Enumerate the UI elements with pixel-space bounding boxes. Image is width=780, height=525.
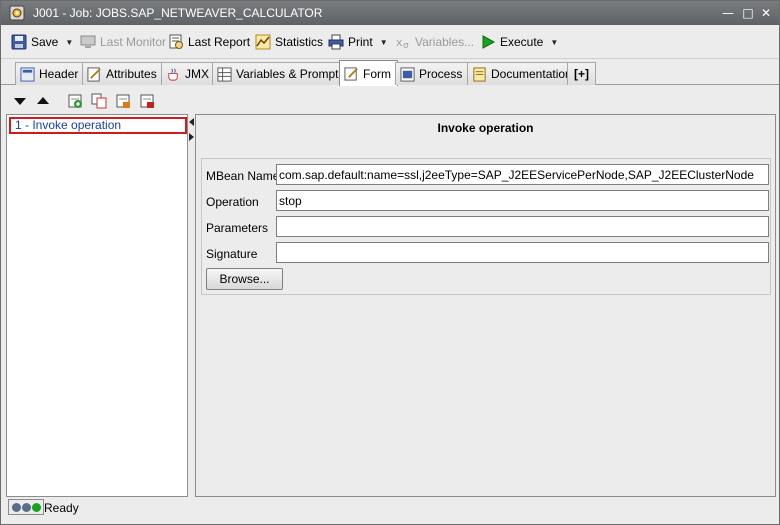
documentation-icon <box>473 66 486 82</box>
execute-dropdown-icon[interactable]: ▼ <box>550 38 558 47</box>
printer-icon <box>328 34 344 50</box>
status-dot-2 <box>21 502 31 512</box>
tab-add[interactable]: [+] <box>567 62 596 85</box>
move-up-icon[interactable] <box>35 93 51 109</box>
title-bar: J001 - Job: JOBS.SAP_NETWEAVER_CALCULATO… <box>1 1 779 25</box>
expand-right-icon[interactable] <box>189 133 194 141</box>
svg-text:σ: σ <box>403 41 409 50</box>
form-toolbar <box>6 90 776 112</box>
tab-attributes-label: Attributes <box>106 67 157 81</box>
attributes-icon <box>87 66 101 82</box>
copy-item-icon[interactable] <box>91 93 107 109</box>
print-dropdown-icon[interactable]: ▼ <box>380 38 388 47</box>
variables-icon: x σ <box>396 36 409 50</box>
operation-field[interactable]: stop <box>276 190 769 211</box>
statistics-label: Statistics <box>275 35 324 49</box>
monitor-icon <box>80 35 96 48</box>
status-dot-1 <box>11 502 21 512</box>
svg-text:x: x <box>396 36 403 49</box>
window-title: J001 - Job: JOBS.SAP_NETWEAVER_CALCULATO… <box>33 6 323 20</box>
save-dropdown-icon[interactable]: ▼ <box>65 38 73 47</box>
report-icon <box>169 34 183 49</box>
maximize-icon[interactable]: □ <box>741 6 755 20</box>
tab-process[interactable]: Process <box>395 62 470 85</box>
play-icon <box>482 35 496 49</box>
collapse-left-icon[interactable] <box>189 118 194 126</box>
tab-bar: Header Attributes JMX Variables & Prompt… <box>1 59 779 86</box>
close-icon[interactable]: ✕ <box>759 6 773 20</box>
last-report-button[interactable]: Last Report <box>168 32 250 52</box>
print-button[interactable]: Print ▼ <box>328 32 388 52</box>
execute-button[interactable]: Execute ▼ <box>480 32 558 52</box>
form-detail-panel: Invoke operation MBean Name com.sap.defa… <box>195 114 776 497</box>
last-monitor-button[interactable]: Last Monitor <box>80 32 166 52</box>
status-text: Ready <box>44 501 79 515</box>
floppy-disk-icon <box>11 34 27 50</box>
parameters-label: Parameters <box>206 221 269 235</box>
tab-jmx-label: JMX <box>185 67 209 81</box>
form-tree-panel: 1 - Invoke operation <box>6 114 188 497</box>
execute-label: Execute <box>500 35 544 49</box>
panel-splitter[interactable] <box>188 114 195 497</box>
tab-header[interactable]: Header <box>15 62 86 85</box>
job-gear-icon <box>9 5 25 21</box>
tree-item-invoke-operation[interactable]: 1 - Invoke operation <box>9 117 187 134</box>
save-button[interactable]: Save ▼ <box>11 32 73 52</box>
tab-variables-prompts-label: Variables & Prompts <box>236 67 345 81</box>
save-label: Save <box>31 35 59 49</box>
tab-variables-prompts[interactable]: Variables & Prompts <box>212 62 352 85</box>
signature-field[interactable] <box>276 242 769 263</box>
form-icon <box>344 67 358 81</box>
section-title: Invoke operation <box>437 121 534 135</box>
tab-form-label: Form <box>363 66 391 81</box>
tab-process-label: Process <box>419 67 463 81</box>
add-tab-icon: [+] <box>574 67 589 81</box>
browse-button[interactable]: Browse... <box>206 268 283 290</box>
process-icon <box>400 66 415 82</box>
tab-documentation-label: Documentation <box>491 67 572 81</box>
move-down-icon[interactable] <box>12 93 28 109</box>
tab-form[interactable]: Form <box>339 60 398 86</box>
tab-header-label: Header <box>39 67 79 81</box>
mbean-name-field[interactable]: com.sap.default:name=ssl,j2eeType=SAP_J2… <box>276 164 769 185</box>
mbean-name-label: MBean Name <box>206 169 280 183</box>
statistics-button[interactable]: Statistics <box>255 32 323 52</box>
header-icon <box>20 66 35 82</box>
variables-button[interactable]: x σ Variables... <box>395 32 474 52</box>
last-report-label: Last Report <box>188 35 251 49</box>
invoke-operation-form: MBean Name com.sap.default:name=ssl,j2ee… <box>201 158 771 295</box>
main-toolbar: Save ▼ Last Monitor Last Report Statisti… <box>1 25 779 59</box>
variables-label: Variables... <box>415 35 475 49</box>
job-window: J001 - Job: JOBS.SAP_NETWEAVER_CALCULATO… <box>0 0 780 525</box>
delete-item-icon[interactable] <box>139 93 155 109</box>
operation-label: Operation <box>206 195 259 209</box>
status-lights-icon <box>8 499 44 515</box>
print-label: Print <box>348 35 373 49</box>
minimize-icon[interactable]: — <box>721 6 735 20</box>
statistics-chart-icon <box>255 34 271 50</box>
status-bar: Ready <box>6 498 776 518</box>
edit-item-icon[interactable] <box>115 93 131 109</box>
tab-attributes[interactable]: Attributes <box>82 62 164 85</box>
status-dot-3 <box>31 502 41 512</box>
java-cup-icon <box>168 68 178 81</box>
parameters-field[interactable] <box>276 216 769 237</box>
variables-table-icon <box>217 66 232 82</box>
last-monitor-label: Last Monitor <box>100 35 167 49</box>
signature-label: Signature <box>206 247 258 261</box>
add-item-icon[interactable] <box>67 93 83 109</box>
tab-jmx[interactable]: JMX <box>161 62 216 85</box>
tab-documentation[interactable]: Documentation <box>467 62 579 85</box>
